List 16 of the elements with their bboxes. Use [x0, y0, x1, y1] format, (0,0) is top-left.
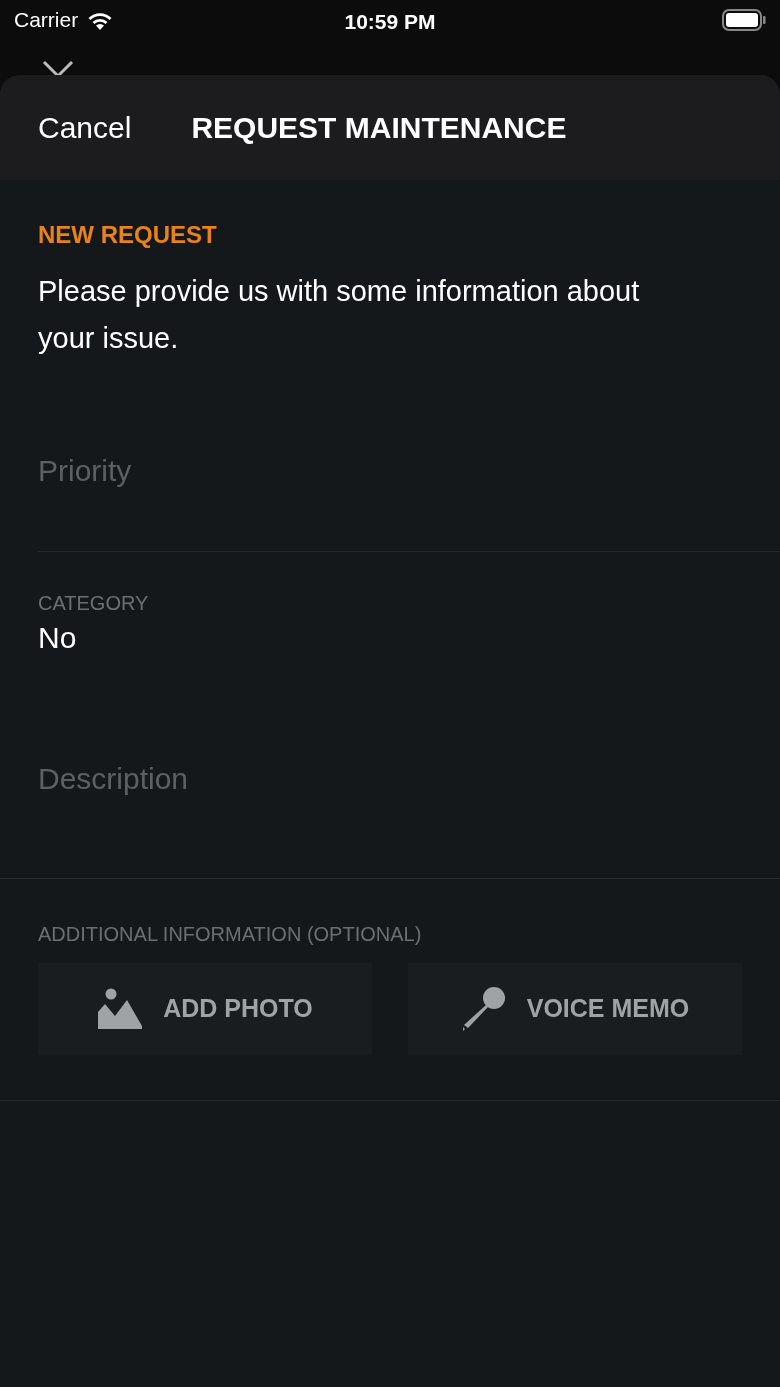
intro-text: Please provide us with some information about your issue.	[38, 274, 641, 356]
microphone-icon	[460, 986, 507, 1032]
sheet-title: REQUEST MAINTENANCE	[191, 110, 567, 146]
text-field[interactable]: Description	[38, 758, 738, 798]
voice-memo-button[interactable]: VOICE MEMO	[408, 963, 742, 1055]
section-label: NEW REQUEST	[38, 220, 218, 250]
cancel-button[interactable]: Cancel	[38, 105, 132, 150]
clock-time: 10:59 PM	[344, 9, 436, 35]
field-value[interactable]: No	[38, 618, 77, 658]
add-photo-button[interactable]: ADD PHOTO	[38, 963, 372, 1055]
field-label: CATEGORY	[38, 591, 150, 616]
battery-icon	[722, 9, 766, 31]
image-icon	[97, 988, 144, 1030]
carrier-label: Carrier	[14, 7, 79, 34]
text-field[interactable]: Priority	[38, 450, 738, 490]
section-label: ADDITIONAL INFORMATION (OPTIONAL)	[38, 922, 423, 947]
